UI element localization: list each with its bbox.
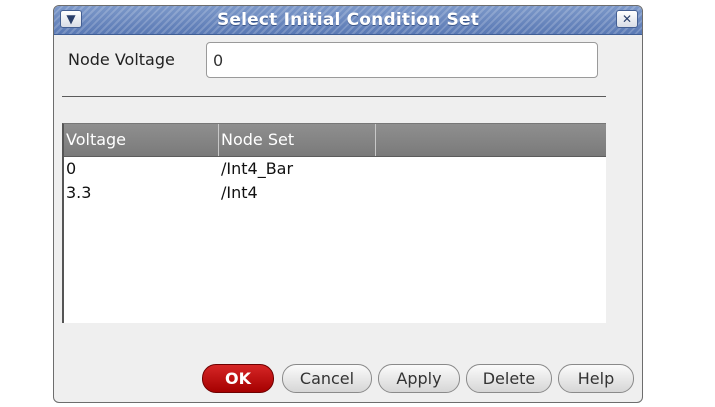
cancel-button[interactable]: Cancel xyxy=(282,364,372,393)
ok-button[interactable]: OK xyxy=(202,364,274,393)
select-initial-condition-dialog: ▼ Select Initial Condition Set ✕ Node Vo… xyxy=(53,5,643,403)
node-voltage-label: Node Voltage xyxy=(68,50,175,69)
voltage-cell: 0 xyxy=(66,159,77,178)
delete-button[interactable]: Delete xyxy=(466,364,552,393)
column-header-node-set[interactable]: Node Set xyxy=(219,124,376,156)
title-bar[interactable]: ▼ Select Initial Condition Set ✕ xyxy=(54,6,642,35)
table-header: Voltage Node Set xyxy=(64,124,606,157)
apply-button[interactable]: Apply xyxy=(378,364,460,393)
dialog-title: Select Initial Condition Set xyxy=(216,10,480,30)
table-row[interactable]: 3.3 /Int4 xyxy=(64,181,606,205)
voltage-cell: 3.3 xyxy=(66,183,92,202)
table-row[interactable]: 0 /Int4_Bar xyxy=(64,157,606,181)
close-icon: ✕ xyxy=(621,12,633,26)
condition-set-table[interactable]: Voltage Node Set 0 /Int4_Bar 3.3 /Int4 xyxy=(62,123,606,323)
column-header-voltage[interactable]: Voltage xyxy=(64,124,219,156)
separator xyxy=(62,96,606,97)
node-set-cell: /Int4_Bar xyxy=(221,159,294,178)
node-voltage-field[interactable] xyxy=(206,42,598,78)
close-button[interactable]: ✕ xyxy=(616,10,638,28)
help-button[interactable]: Help xyxy=(558,364,634,393)
node-set-cell: /Int4 xyxy=(221,183,258,202)
